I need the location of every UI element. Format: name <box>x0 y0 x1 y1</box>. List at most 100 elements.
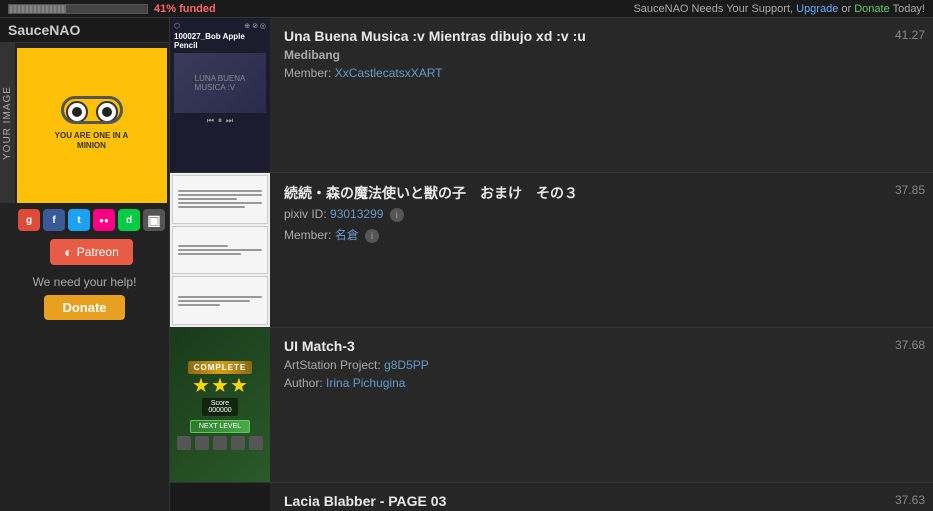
manga-line <box>178 253 241 255</box>
funded-text: 41% funded <box>154 3 216 15</box>
manga-page-1 <box>172 175 268 224</box>
result-meta-member-2: Member: 名倉 i <box>284 226 873 243</box>
prev-icon[interactable]: ⏮ <box>207 116 214 126</box>
top-banner: 41% funded SauceNAO Needs Your Support, … <box>0 0 933 18</box>
left-sidebar: SauceNAO YOUR IMAGE YOU ARE ONE IN AMINI… <box>0 18 170 511</box>
result-meta-1: Member: XxCastlecatsxXART <box>284 66 873 80</box>
image-preview: YOU ARE ONE IN AMINION <box>17 48 167 203</box>
other-icon[interactable]: ▣ <box>143 209 165 231</box>
result-info-1: Una Buena Musica :v Mientras dibujo xd :… <box>270 18 887 172</box>
logo-text: SauceNAO <box>8 22 80 38</box>
game-icon-3 <box>213 436 227 450</box>
patreon-label: Patreon <box>77 245 119 259</box>
music-header: ⬡ ⊕ ⊘ ◎ <box>174 22 266 30</box>
manga-lines-2 <box>178 243 263 257</box>
patreon-icon: ◐ <box>64 244 72 260</box>
result-info-3: UI Match-3 ArtStation Project: g8D5PP Au… <box>270 328 887 482</box>
result-title-3[interactable]: UI Match-3 <box>284 338 873 354</box>
result-title-4[interactable]: Lacia Blabber - PAGE 03 <box>284 493 873 509</box>
result-info-4: Lacia Blabber - PAGE 03 <box>270 483 887 511</box>
twitter-icon[interactable]: t <box>68 209 90 231</box>
game-thumbnail: COMPLETE Score 000000 NEXT LEVEL <box>170 328 270 482</box>
member-info-icon[interactable]: i <box>365 229 379 243</box>
manga-line <box>178 190 263 192</box>
play-icon[interactable]: ⏸ <box>218 116 222 126</box>
minion-goggle <box>61 96 123 124</box>
game-stars <box>193 378 247 394</box>
facebook-icon[interactable]: f <box>43 209 65 231</box>
manga-line <box>178 206 246 208</box>
your-image-label: YOUR IMAGE <box>0 43 15 203</box>
patreon-button[interactable]: ◐ Patreon <box>50 239 133 265</box>
game-next-button[interactable]: NEXT LEVEL <box>190 420 250 433</box>
minion-text: YOU ARE ONE IN AMINION <box>55 131 129 152</box>
manga-thumbnail <box>170 173 270 327</box>
result-row-4: Lacia Blabber - PAGE 03 37.63 <box>170 483 933 511</box>
results-area[interactable]: ⬡ ⊕ ⊘ ◎ 100027_Bob Apple Pencil LUNA BUE… <box>170 18 933 511</box>
result-score-4: 37.63 <box>887 483 933 511</box>
result-thumbnail-2 <box>170 173 270 327</box>
result-meta-pixiv: pixiv ID: 93013299 i <box>284 207 873 222</box>
result-row: ⬡ ⊕ ⊘ ◎ 100027_Bob Apple Pencil LUNA BUE… <box>170 18 933 173</box>
author-link[interactable]: Irina Pichugina <box>326 376 405 390</box>
bluetooth-icon: ⬡ <box>174 22 180 30</box>
result-score-3: 37.68 <box>887 328 933 482</box>
author-label: Author: <box>284 376 323 390</box>
donate-top-link[interactable]: Donate <box>854 3 889 15</box>
score-value: 000000 <box>208 407 231 414</box>
game-icon-1 <box>177 436 191 450</box>
manga-line <box>178 198 237 200</box>
donate-button[interactable]: Donate <box>44 295 124 320</box>
deviantart-icon[interactable]: d <box>118 209 140 231</box>
result-meta-author: Author: Irina Pichugina <box>284 376 873 390</box>
pixiv-id-link[interactable]: 93013299 <box>330 207 383 221</box>
result-source-1: Medibang <box>284 48 873 62</box>
upgrade-link[interactable]: Upgrade <box>796 3 838 15</box>
music-title: 100027_Bob Apple Pencil <box>174 32 266 50</box>
result-score-1: 41.27 <box>887 18 933 172</box>
pixiv-label: pixiv ID: <box>284 207 327 221</box>
flickr-icon[interactable]: ●● <box>93 209 115 231</box>
social-icons: g f t ●● d ▣ <box>18 209 165 231</box>
next-icon[interactable]: ⏭ <box>226 116 233 126</box>
game-complete-banner: COMPLETE <box>188 361 252 374</box>
manga-line <box>178 296 263 298</box>
music-controls: ⏮ ⏸ ⏭ <box>174 116 266 126</box>
result-thumbnail-4 <box>170 483 270 511</box>
music-cover: LUNA BUENAMUSICA :V <box>174 53 266 113</box>
progress-bar-container <box>8 4 148 14</box>
google-icon[interactable]: g <box>18 209 40 231</box>
manga-line <box>178 245 229 247</box>
manga-line <box>178 194 263 196</box>
game-icon-4 <box>231 436 245 450</box>
artstation-label: ArtStation Project: <box>284 358 381 372</box>
game-bottom-icons <box>177 436 263 450</box>
minion-face: YOU ARE ONE IN AMINION <box>52 86 132 166</box>
cover-text: LUNA BUENAMUSICA :V <box>195 74 246 92</box>
manga-line <box>178 300 250 302</box>
member-link-2[interactable]: 名倉 <box>335 228 359 242</box>
result-title-2[interactable]: 続続・森の魔法使いと獣の子 おまけ その３ <box>284 183 873 203</box>
project-id-link[interactable]: g8D5PP <box>384 358 429 372</box>
support-message-text: We need your help! <box>33 275 137 289</box>
result-thumbnail-1: ⬡ ⊕ ⊘ ◎ 100027_Bob Apple Pencil LUNA BUE… <box>170 18 270 172</box>
blank-thumbnail <box>170 483 270 511</box>
star-1 <box>193 378 209 394</box>
or-text: or <box>841 3 854 15</box>
result-info-2: 続続・森の魔法使いと獣の子 おまけ その３ pixiv ID: 93013299… <box>270 173 887 327</box>
manga-lines-1 <box>178 188 263 210</box>
member-link-1[interactable]: XxCastlecatsxXART <box>335 66 443 80</box>
music-controls-top: ⊕ ⊘ ◎ <box>244 22 266 30</box>
support-message: SauceNAO Needs Your Support, Upgrade or … <box>633 3 925 15</box>
manga-line <box>178 304 220 306</box>
result-title-1[interactable]: Una Buena Musica :v Mientras dibujo xd :… <box>284 28 873 44</box>
game-score-box: Score 000000 <box>202 398 237 416</box>
manga-lines-3 <box>178 294 263 308</box>
funding-area: 41% funded <box>8 3 216 15</box>
pixiv-info-icon[interactable]: i <box>390 208 404 222</box>
music-thumbnail: ⬡ ⊕ ⊘ ◎ 100027_Bob Apple Pencil LUNA BUE… <box>170 18 270 172</box>
game-icon-5 <box>249 436 263 450</box>
star-2 <box>212 378 228 394</box>
support-text: SauceNAO Needs Your Support, <box>633 3 793 15</box>
result-meta-artstation: ArtStation Project: g8D5PP <box>284 358 873 372</box>
